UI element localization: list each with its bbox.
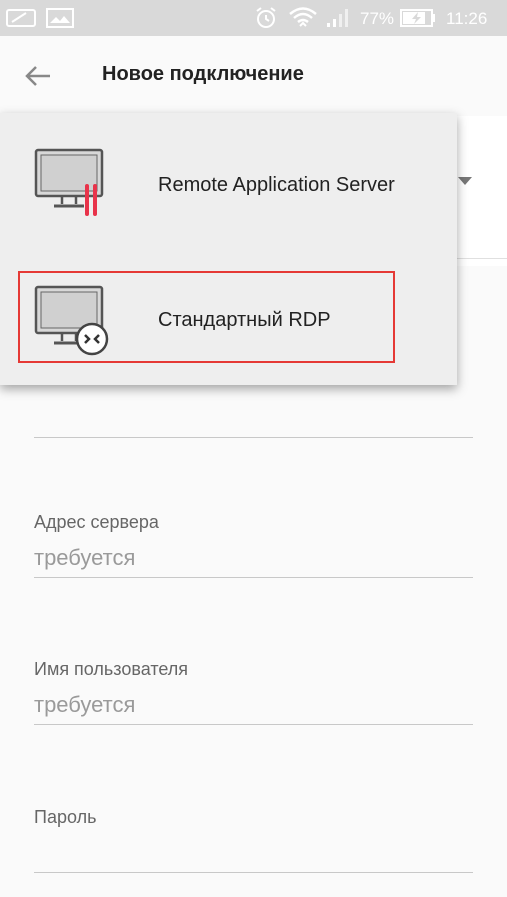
option-label: Remote Application Server	[158, 174, 395, 196]
server-address-label: Адрес сервера	[34, 512, 159, 532]
page-title: Новое подключение	[102, 63, 304, 85]
chevron-down-icon[interactable]	[458, 177, 472, 185]
wifi-icon	[289, 7, 317, 27]
selection-highlight	[18, 271, 395, 363]
username-label: Имя пользователя	[34, 659, 189, 679]
alarm-icon	[256, 7, 276, 28]
password-field[interactable]: Пароль	[34, 807, 473, 873]
connection-type-dropdown: Remote Application Server Стандартный RD…	[0, 113, 457, 385]
battery-percent: 77%	[360, 9, 395, 28]
battery-charging-icon	[400, 9, 435, 27]
username-field[interactable]: Имя пользователя требуется	[34, 659, 473, 725]
gallery-icon	[46, 8, 74, 28]
status-bar: 77% 11:26	[0, 0, 507, 36]
arrow-left-icon[interactable]	[22, 60, 54, 92]
notification-icon	[6, 9, 36, 27]
clock: 11:26	[446, 9, 488, 28]
password-input[interactable]	[34, 840, 473, 868]
option-remote-application-server[interactable]: Remote Application Server	[0, 113, 457, 249]
app-toolbar: Новое подключение	[0, 36, 507, 114]
field-underline	[34, 577, 473, 578]
signal-icon	[327, 9, 348, 27]
monitor-ras-icon	[34, 148, 104, 216]
field-underline	[34, 437, 473, 438]
server-address-field[interactable]: Адрес сервера требуется	[34, 512, 473, 578]
password-label: Пароль	[34, 807, 97, 827]
server-address-input[interactable]: требуется	[34, 545, 473, 573]
username-input[interactable]: требуется	[34, 692, 473, 720]
field-underline	[34, 872, 473, 873]
field-underline	[34, 724, 473, 725]
